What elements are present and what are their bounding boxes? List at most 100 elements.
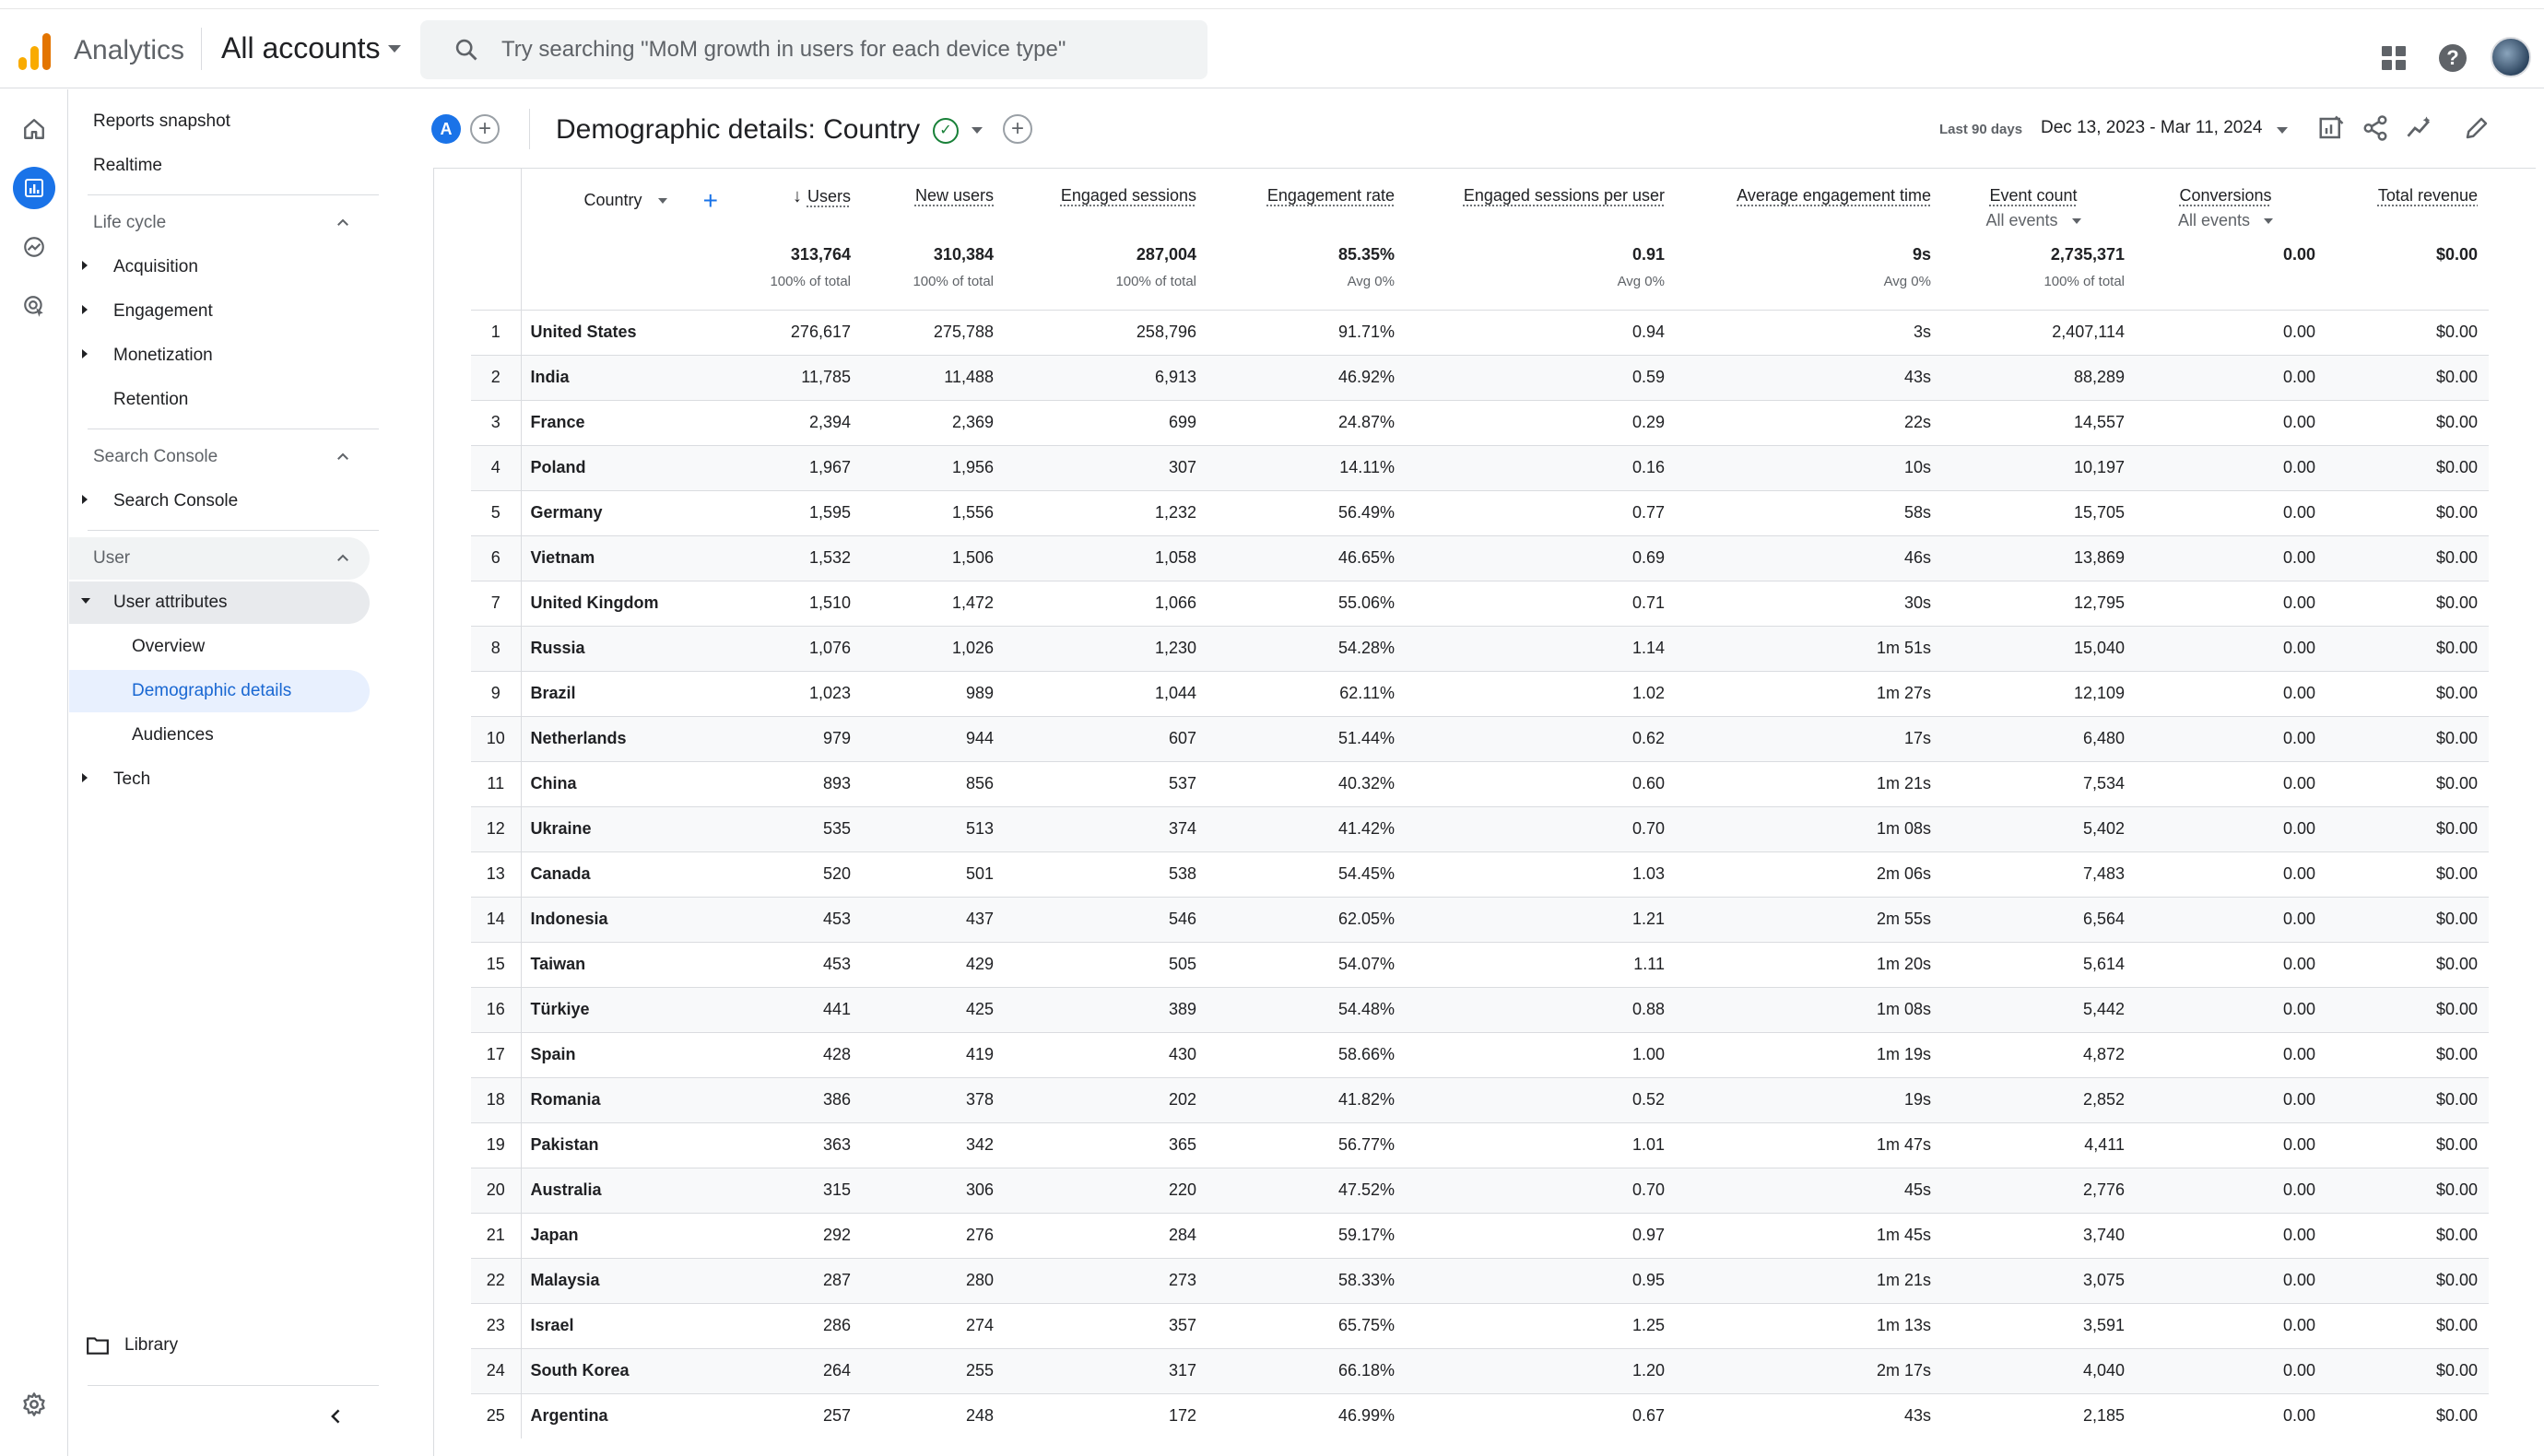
- expand-arrow-icon[interactable]: [82, 349, 88, 358]
- section-lifecycle-header[interactable]: Life cycle: [93, 213, 166, 233]
- sidebar-item-monetization[interactable]: Monetization: [113, 346, 213, 366]
- chevron-up-icon[interactable]: [335, 550, 351, 567]
- reports-icon[interactable]: [13, 167, 55, 209]
- table-row[interactable]: 11 China 893 856 537 40.32% 0.60 1m 21s 7,534 0.0…: [471, 761, 2489, 806]
- account-avatar[interactable]: [2491, 37, 2531, 77]
- expand-arrow-icon[interactable]: [82, 495, 88, 504]
- dimension-header[interactable]: Country +: [521, 168, 742, 236]
- column-header-engaged-sessions[interactable]: Engaged sessions: [1005, 168, 1207, 236]
- table-row[interactable]: 18 Romania 386 378 202 41.82% 0.52 19s 2,852 0.00…: [471, 1077, 2489, 1122]
- caret-down-icon[interactable]: [2277, 127, 2288, 134]
- cell-engaged-sessions-per-user: 1.25: [1631, 1316, 1665, 1334]
- sidebar-item-user-attributes[interactable]: User attributes: [113, 593, 228, 613]
- share-icon[interactable]: [2361, 114, 2389, 142]
- column-header-engagement-rate[interactable]: Engagement rate: [1207, 168, 1406, 236]
- table-row[interactable]: 9 Brazil 1,023 989 1,044 62.11% 1.02 1m 27s 12,1…: [471, 671, 2489, 716]
- table-row[interactable]: 8 Russia 1,076 1,026 1,230 54.28% 1.14 1m 51s 15…: [471, 626, 2489, 671]
- sidebar-item-audiences[interactable]: Audiences: [132, 725, 214, 746]
- column-header-users[interactable]: ↓ Users: [742, 168, 862, 236]
- table-row[interactable]: 19 Pakistan 363 342 365 56.77% 1.01 1m 47s 4,411…: [471, 1122, 2489, 1168]
- comparison-badge[interactable]: A: [431, 114, 461, 144]
- cell-conversions: 0.00: [2282, 955, 2315, 973]
- table-row[interactable]: 23 Israel 286 274 357 65.75% 1.25 1m 13s 3,591 0.…: [471, 1303, 2489, 1348]
- column-header-conversions[interactable]: Conversions All events: [2136, 168, 2326, 236]
- help-icon[interactable]: ?: [2439, 44, 2467, 72]
- search-input[interactable]: [501, 37, 1165, 63]
- account-selector[interactable]: All accounts: [221, 31, 401, 65]
- cell-total-revenue: $0.00: [2435, 413, 2478, 431]
- column-header-total-revenue[interactable]: Total revenue: [2326, 168, 2489, 236]
- cell-engaged-sessions: 607: [1168, 729, 1196, 747]
- conversion-filter-dropdown[interactable]: All events: [2136, 211, 2315, 230]
- insights-icon[interactable]: [2406, 114, 2433, 142]
- sidebar-item-acquisition[interactable]: Acquisition: [113, 257, 198, 277]
- table-row[interactable]: 16 Türkiye 441 425 389 54.48% 0.88 1m 08s 5,442 0…: [471, 987, 2489, 1032]
- add-filter-icon[interactable]: +: [1003, 114, 1032, 144]
- total-conversions: 0.00: [2282, 245, 2315, 264]
- table-row[interactable]: 10 Netherlands 979 944 607 51.44% 0.62 17s 6,480…: [471, 716, 2489, 761]
- expand-arrow-icon[interactable]: [82, 305, 88, 314]
- check-circle-icon[interactable]: ✓: [933, 118, 959, 144]
- cell-engagement-rate: 46.92%: [1337, 368, 1395, 386]
- event-filter-dropdown[interactable]: All events: [1942, 211, 2125, 230]
- table-row[interactable]: 25 Argentina 257 248 172 46.99% 0.67 43s 2,185 0.…: [471, 1393, 2489, 1438]
- table-row[interactable]: 17 Spain 428 419 430 58.66% 1.00 1m 19s 4,872 0.0…: [471, 1032, 2489, 1077]
- section-search-console-header[interactable]: Search Console: [93, 447, 218, 467]
- cell-conversions: 0.00: [2282, 864, 2315, 883]
- table-row[interactable]: 6 Vietnam 1,532 1,506 1,058 46.65% 0.69 46s 13,8…: [471, 535, 2489, 581]
- advertising-icon[interactable]: [13, 285, 55, 327]
- settings-gear-icon[interactable]: [13, 1383, 55, 1426]
- sidebar-item-library[interactable]: Library: [124, 1335, 178, 1356]
- sidebar-item-overview[interactable]: Overview: [132, 637, 205, 657]
- sidebar-item-realtime[interactable]: Realtime: [93, 156, 162, 176]
- table-row[interactable]: 21 Japan 292 276 284 59.17% 0.97 1m 45s 3,740 0.0…: [471, 1213, 2489, 1258]
- apps-grid-icon[interactable]: [2382, 46, 2406, 70]
- table-row[interactable]: 13 Canada 520 501 538 54.45% 1.03 2m 06s 7,483 0.…: [471, 851, 2489, 897]
- table-row[interactable]: 15 Taiwan 453 429 505 54.07% 1.11 1m 20s 5,614 0.…: [471, 942, 2489, 987]
- cell-new-users: 1,472: [951, 593, 994, 612]
- date-range-selector[interactable]: Dec 13, 2023 - Mar 11, 2024: [2041, 118, 2262, 138]
- table-row[interactable]: 4 Poland 1,967 1,956 307 14.11% 0.16 10s 10,197 0…: [471, 445, 2489, 490]
- column-header-engaged-sessions-per-user[interactable]: Engaged sessions per user: [1406, 168, 1676, 236]
- chevron-up-icon[interactable]: [335, 449, 351, 465]
- sidebar-item-search-console[interactable]: Search Console: [113, 491, 238, 511]
- collapse-arrow-icon[interactable]: [81, 598, 90, 604]
- table-row[interactable]: 5 Germany 1,595 1,556 1,232 56.49% 0.77 58s 15,7…: [471, 490, 2489, 535]
- table-row[interactable]: 2 India 11,785 11,488 6,913 46.92% 0.59 43s 88,2…: [471, 355, 2489, 400]
- table-row[interactable]: 3 France 2,394 2,369 699 24.87% 0.29 22s 14,557 0…: [471, 400, 2489, 445]
- analytics-logo-icon[interactable]: [18, 33, 52, 70]
- table-row[interactable]: 14 Indonesia 453 437 546 62.05% 1.21 2m 55s 6,56…: [471, 897, 2489, 942]
- search-bar[interactable]: [420, 20, 1207, 79]
- caret-down-icon[interactable]: [972, 127, 983, 134]
- column-header-event-count[interactable]: Event count All events: [1942, 168, 2136, 236]
- home-icon[interactable]: [13, 108, 55, 150]
- column-header-average-engagement-time[interactable]: Average engagement time: [1676, 168, 1942, 236]
- sidebar-item-engagement[interactable]: Engagement: [113, 301, 213, 322]
- table-row[interactable]: 12 Ukraine 535 513 374 41.42% 0.70 1m 08s 5,402 0…: [471, 806, 2489, 851]
- chevron-up-icon[interactable]: [335, 215, 351, 231]
- sidebar-item-demographic-details[interactable]: Demographic details: [132, 681, 291, 701]
- table-row[interactable]: 7 United Kingdom 1,510 1,472 1,066 55.06% 0.71…: [471, 581, 2489, 626]
- sidebar-item-retention[interactable]: Retention: [113, 390, 188, 410]
- caret-down-icon[interactable]: [657, 198, 667, 204]
- table-row[interactable]: 24 South Korea 264 255 317 66.18% 1.20 2m 17s 4,…: [471, 1348, 2489, 1393]
- sidebar-item-reports-snapshot[interactable]: Reports snapshot: [93, 112, 230, 132]
- table-row[interactable]: 1 United States 276,617 275,788 258,796 91.71…: [471, 310, 2489, 355]
- collapse-sidebar-icon[interactable]: [327, 1407, 346, 1426]
- sidebar-item-tech[interactable]: Tech: [113, 769, 150, 790]
- section-user-header[interactable]: User: [93, 548, 130, 569]
- pencil-icon[interactable]: [2463, 114, 2491, 142]
- cell-conversions: 0.00: [2282, 368, 2315, 386]
- cell-users: 11,785: [801, 368, 851, 386]
- table-row[interactable]: 20 Australia 315 306 220 47.52% 0.70 45s 2,776 0.…: [471, 1168, 2489, 1213]
- add-comparison-icon[interactable]: +: [470, 114, 500, 144]
- column-header-new-users[interactable]: New users: [862, 168, 1005, 236]
- expand-arrow-icon[interactable]: [82, 773, 88, 782]
- cell-conversions: 0.00: [2282, 503, 2315, 522]
- add-dimension-icon[interactable]: +: [703, 186, 718, 215]
- cell-engagement-rate: 54.28%: [1337, 639, 1395, 657]
- edit-report-icon[interactable]: [2317, 114, 2345, 142]
- table-row[interactable]: 22 Malaysia 287 280 273 58.33% 0.95 1m 21s 3,075…: [471, 1258, 2489, 1303]
- explore-icon[interactable]: [13, 226, 55, 268]
- expand-arrow-icon[interactable]: [82, 261, 88, 270]
